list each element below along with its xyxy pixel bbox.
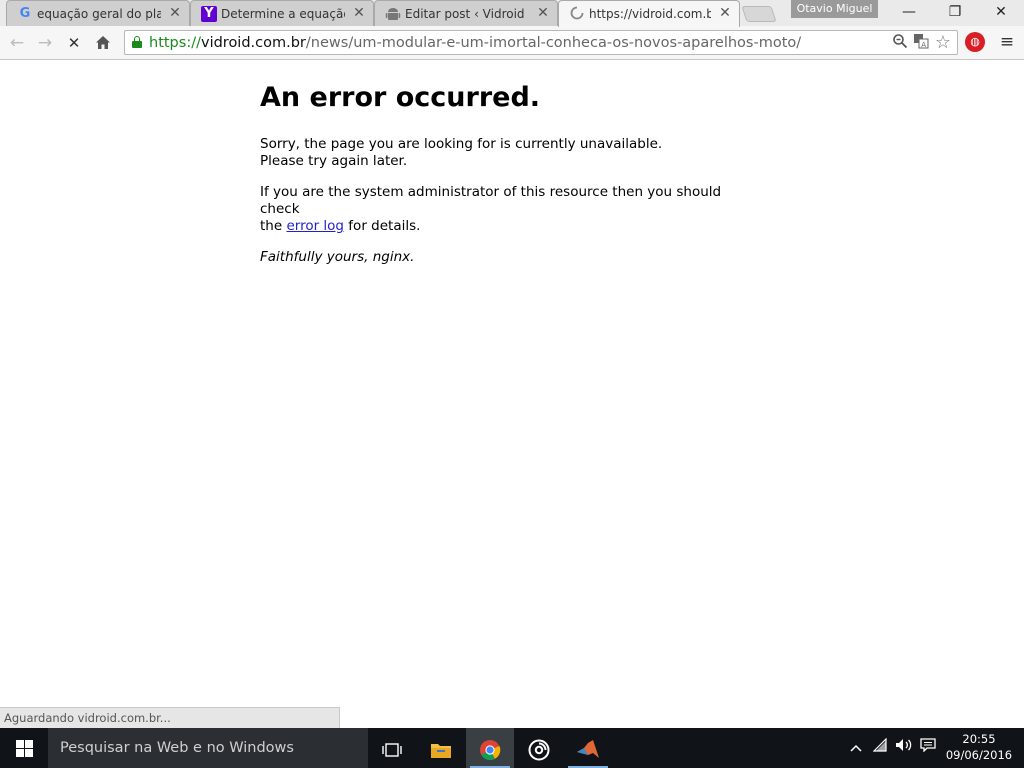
error-log-link[interactable]: error log bbox=[286, 218, 344, 234]
close-icon[interactable]: ✕ bbox=[717, 4, 733, 22]
home-icon[interactable] bbox=[91, 32, 115, 54]
page-title: An error occurred. bbox=[260, 82, 541, 113]
back-icon[interactable]: ← bbox=[5, 32, 29, 54]
android-icon bbox=[385, 6, 401, 22]
yahoo-icon: Y bbox=[201, 6, 217, 22]
url-text: https://vidroid.com.br/news/um-modular-e… bbox=[149, 35, 802, 51]
admin-message: If you are the system administrator of t… bbox=[260, 184, 722, 234]
tab-vidroid-active[interactable]: https://vidroid.com.br/n ✕ bbox=[558, 0, 740, 27]
tab-strip: G equação geral do plano ✕ Y Determine a… bbox=[0, 0, 1024, 27]
bookmark-star-icon[interactable]: ☆ bbox=[933, 33, 953, 53]
browser-toolbar: ← → ✕ https://vidroid.com.br/news/um-mod… bbox=[0, 26, 1024, 60]
tab-title: Editar post ‹ Vidroid — V bbox=[405, 7, 529, 21]
taskbar-search-input[interactable]: Pesquisar na Web e no Windows bbox=[48, 728, 368, 768]
tab-title: Determine a equação ge bbox=[221, 7, 345, 21]
tab-editar-post[interactable]: Editar post ‹ Vidroid — V ✕ bbox=[374, 0, 558, 26]
translate-icon[interactable]: A bbox=[911, 33, 931, 53]
zoom-icon[interactable] bbox=[890, 33, 910, 53]
tab-title: https://vidroid.com.br/n bbox=[589, 7, 711, 21]
menu-icon[interactable]: ≡ bbox=[997, 32, 1017, 52]
svg-text:A: A bbox=[921, 41, 926, 49]
clock-date: 09/06/2016 bbox=[945, 748, 1013, 762]
error-content: An error occurred. Sorry, the page you a… bbox=[260, 82, 760, 280]
windows-taskbar: Pesquisar na Web e no Windows 20:55 09/0… bbox=[0, 728, 1024, 768]
task-view-icon[interactable] bbox=[368, 728, 416, 768]
close-window-icon[interactable]: ✕ bbox=[978, 0, 1024, 24]
signature: Faithfully yours, nginx. bbox=[260, 249, 415, 265]
tab-determine-equacao[interactable]: Y Determine a equação ge ✕ bbox=[190, 0, 374, 26]
file-explorer-icon[interactable] bbox=[417, 728, 465, 768]
close-icon[interactable]: ✕ bbox=[535, 4, 551, 22]
google-icon: G bbox=[19, 6, 31, 21]
minimize-icon[interactable]: — bbox=[886, 0, 932, 24]
tab-title: equação geral do plano bbox=[37, 7, 161, 21]
media-player-icon[interactable] bbox=[515, 728, 563, 768]
page-viewport: An error occurred. Sorry, the page you a… bbox=[0, 60, 1024, 728]
lock-icon bbox=[132, 36, 142, 48]
profile-button[interactable]: Otavio Miguel bbox=[791, 0, 878, 18]
unavailable-message: Sorry, the page you are looking for is c… bbox=[260, 136, 663, 169]
forward-icon[interactable]: → bbox=[33, 32, 57, 54]
clock-time: 20:55 bbox=[962, 732, 996, 746]
tab-equacao-geral[interactable]: G equação geral do plano ✕ bbox=[6, 0, 190, 26]
new-tab-button[interactable] bbox=[741, 6, 777, 22]
loading-spinner-icon bbox=[569, 6, 585, 22]
address-bar[interactable]: https://vidroid.com.br/news/um-modular-e… bbox=[124, 30, 958, 55]
chrome-icon[interactable] bbox=[466, 728, 514, 768]
taskbar-clock[interactable]: 20:55 09/06/2016 bbox=[944, 731, 1014, 763]
action-center-icon[interactable] bbox=[918, 738, 938, 758]
matlab-icon[interactable] bbox=[564, 728, 612, 768]
stop-loading-icon[interactable]: ✕ bbox=[62, 32, 86, 54]
start-button[interactable] bbox=[0, 728, 48, 768]
extension-icon[interactable]: ◍ bbox=[965, 32, 985, 52]
close-icon[interactable]: ✕ bbox=[351, 4, 367, 22]
restore-icon[interactable]: ❐ bbox=[932, 0, 978, 24]
status-bubble: Aguardando vidroid.com.br... bbox=[0, 707, 340, 728]
volume-icon[interactable] bbox=[894, 738, 914, 758]
close-icon[interactable]: ✕ bbox=[167, 4, 183, 22]
show-hidden-icons-icon[interactable] bbox=[846, 738, 866, 758]
network-icon[interactable] bbox=[871, 737, 891, 758]
